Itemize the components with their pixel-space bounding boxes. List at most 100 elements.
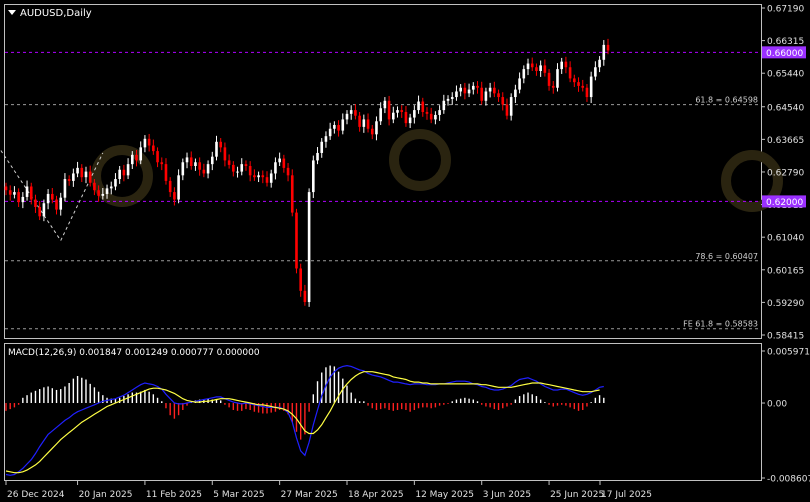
price-tick-label: 0.67190 <box>767 5 804 15</box>
audusd-daily-chart[interactable]: 61.8 = 0.64598 78.6 = 0.60407 FE 61.8 = 0.… <box>0 0 810 502</box>
candle-body <box>505 104 509 116</box>
candle-body <box>400 110 404 112</box>
candle-body <box>236 171 239 173</box>
candle-body <box>358 115 361 127</box>
price-tick-label: 0.58415 <box>767 332 804 342</box>
candle-body <box>387 100 391 120</box>
candle-body <box>93 182 96 191</box>
candle-body <box>307 192 311 303</box>
candle-body <box>602 44 606 60</box>
candle-body <box>177 175 180 200</box>
chart-title: AUDUSD,Daily <box>20 8 92 19</box>
candle-body <box>181 162 185 176</box>
candle-body <box>425 111 429 114</box>
date-tick-label: 17 Jul 2025 <box>601 490 652 500</box>
price-tick-label: 0.62790 <box>767 168 804 178</box>
level-label: 61.8 = 0.64598 <box>695 96 758 105</box>
candle-body <box>509 97 513 116</box>
candle-body <box>114 179 117 187</box>
candle-body <box>126 164 130 176</box>
candle-body <box>568 67 572 79</box>
candle-body <box>581 85 585 88</box>
date-tick-label: 5 Mar 2025 <box>213 490 264 500</box>
candle-body <box>206 164 210 174</box>
candle-body <box>480 87 484 101</box>
price-tick-label: 0.66315 <box>767 37 804 47</box>
candle-body <box>219 141 223 148</box>
candle-body <box>63 179 67 198</box>
candle-body <box>147 138 151 146</box>
candle-body <box>434 114 437 120</box>
candle-body <box>391 112 395 120</box>
candle-body <box>51 193 54 200</box>
candle-body <box>257 175 260 178</box>
candle-body <box>13 192 16 195</box>
candle-body <box>417 101 420 111</box>
date-tick-label: 18 Apr 2025 <box>348 490 404 500</box>
candle-body <box>274 162 277 174</box>
candle-body <box>312 160 315 193</box>
candle-body <box>354 110 357 116</box>
candle-body <box>471 85 475 90</box>
candle-body <box>560 61 563 70</box>
candle-body <box>324 136 328 142</box>
candle-body <box>282 158 286 168</box>
candle-body <box>29 186 33 200</box>
candle-body <box>497 93 500 98</box>
price-tick-label: 0.60165 <box>767 266 804 276</box>
candle-body <box>17 192 20 203</box>
candle-body <box>189 157 193 167</box>
candle-body <box>160 162 164 165</box>
candle-body <box>551 85 555 88</box>
candle-body <box>467 89 471 94</box>
price-tick-label: 0.63665 <box>767 136 804 146</box>
price-tick-label: 0.65440 <box>767 70 804 80</box>
candle-body <box>501 97 505 105</box>
candle-body <box>88 171 92 183</box>
date-tick-label: 20 Jan 2025 <box>79 490 133 500</box>
candle-body <box>194 162 197 167</box>
candle-body <box>4 186 8 191</box>
candle-body <box>232 164 235 172</box>
candle-body <box>408 117 412 124</box>
candle-body <box>168 180 172 193</box>
candle-body <box>278 158 281 163</box>
candle-body <box>547 72 551 86</box>
candle-body <box>42 203 46 217</box>
candle-body <box>573 78 576 83</box>
candle-body <box>476 85 479 88</box>
candle-body <box>333 125 336 129</box>
candle-body <box>320 141 324 153</box>
price-tick-label: 0.64540 <box>767 103 804 113</box>
candle-body <box>227 160 231 165</box>
candle-body <box>8 190 12 195</box>
price-tick-label: 0.59290 <box>767 299 804 309</box>
candle-body <box>316 152 319 161</box>
candle-body <box>585 87 589 98</box>
candle-body <box>450 97 454 99</box>
date-tick-label: 11 Feb 2025 <box>146 490 202 500</box>
candle-body <box>459 87 462 92</box>
candle-body <box>366 119 370 129</box>
candle-body <box>244 164 248 167</box>
candle-body <box>21 196 25 203</box>
candle-body <box>526 63 530 70</box>
candle-body <box>446 98 450 101</box>
candle-body <box>429 113 433 120</box>
candle-body <box>80 167 84 178</box>
candle-body <box>455 91 458 98</box>
candle-body <box>46 193 50 204</box>
candle-body <box>97 190 100 196</box>
candle-body <box>594 67 597 77</box>
candle-body <box>118 169 121 180</box>
candle-body <box>556 69 559 88</box>
candle-body <box>105 188 109 194</box>
candle-body <box>375 121 378 135</box>
candle-body <box>72 173 75 181</box>
candle-body <box>143 138 147 148</box>
date-tick-label: 25 Jun 2025 <box>550 490 604 500</box>
candle-body <box>598 59 601 68</box>
candle-body <box>295 212 298 269</box>
candle-body <box>130 154 134 165</box>
candle-body <box>185 157 189 163</box>
